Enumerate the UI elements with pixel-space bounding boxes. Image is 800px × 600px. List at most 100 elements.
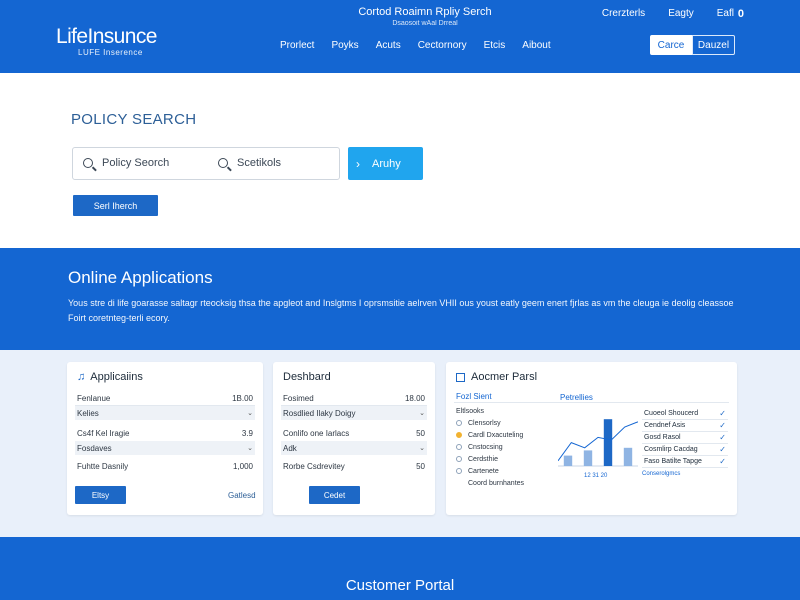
list-item[interactable]: Cosmlirp Cacdag ✓	[642, 444, 728, 456]
nav-item-product[interactable]: Prorlect	[280, 40, 314, 51]
chevron-down-icon[interactable]: ⌄	[419, 409, 425, 417]
sidebar-item-label: Cardl Dxacuteling	[468, 431, 524, 439]
util-mail-link[interactable]: Eafl	[717, 8, 734, 19]
sidebar-item-label: Coord burnhantes	[468, 479, 525, 487]
radio-icon	[456, 456, 462, 462]
check-icon: ✓	[719, 445, 726, 454]
footer-title[interactable]: Customer Portal	[0, 577, 800, 594]
radio-icon	[456, 420, 462, 426]
cards-area: ♫ Applicaiins Fenlanue 1B.00 Kelies ⌄ Cs…	[0, 350, 800, 537]
nav-item-about[interactable]: Aibout	[522, 40, 550, 51]
portal-sidebar-item[interactable]: Eltlsooks	[456, 405, 524, 417]
portal-sidebar-item[interactable]: Cnstocsing	[456, 441, 524, 453]
policy-search-field-text: Policy Seorch	[102, 157, 170, 169]
radio-icon	[456, 480, 462, 486]
portal-sidebar-item[interactable]: Cardl Dxacuteling	[456, 429, 524, 441]
row-value: 50	[416, 428, 425, 438]
search-icon	[83, 158, 93, 168]
portal-card-title-text: Aocmer Parsl	[471, 371, 538, 383]
portal-sidebar-item[interactable]: Clensorlsy	[456, 417, 524, 429]
sidebar-item-label: Cnstocsing	[468, 443, 503, 451]
submit-search-button[interactable]: Serl Iherch	[73, 195, 158, 216]
list-item[interactable]: Cuoeol Shoucerd ✓	[642, 408, 728, 420]
radio-icon	[456, 444, 462, 450]
header-button-group: Carce Dauzel	[650, 35, 735, 55]
check-icon: ✓	[719, 421, 726, 430]
row-label: Fuhtte Dasnily	[77, 461, 129, 471]
portal-list-caption: Conserolgmcs	[642, 471, 681, 477]
policy-search-box[interactable]: Policy Seorch Scetikols	[72, 147, 340, 180]
table-row[interactable]: Fosdaves ⌄	[75, 441, 255, 455]
util-help-link[interactable]: Eagty	[668, 8, 694, 19]
portal-sidebar: Fozl Sient Eltlsooks Clensorlsy Cardl Dx…	[456, 392, 524, 489]
music-note-icon: ♫	[77, 371, 86, 383]
check-icon: ✓	[719, 409, 726, 418]
row-value: 18.00	[404, 394, 425, 403]
sidebar-item-label: Cartenete	[468, 467, 499, 475]
chevron-down-icon[interactable]: ⌄	[247, 444, 253, 452]
policy-search-field[interactable]: Policy Seorch	[83, 157, 169, 169]
table-row[interactable]: Rosdlied Ilaky Doigy ⌄	[281, 406, 427, 420]
table-row: Cs4f Kel Iragie 3.9	[75, 426, 255, 440]
header-primary-button[interactable]: Carce	[650, 35, 692, 55]
dashboard-action-button[interactable]: Cedet	[309, 486, 360, 504]
portal-sidebar-item[interactable]: Cartenete	[456, 465, 524, 477]
chart-bar	[583, 450, 593, 466]
portal-chart-caption: 12 31 20	[584, 473, 608, 479]
search-icon	[218, 158, 228, 168]
table-row[interactable]: Kelies ⌄	[75, 406, 255, 420]
chevron-down-icon[interactable]: ⌄	[419, 444, 425, 452]
applications-details-link[interactable]: Gatlesd	[228, 491, 256, 500]
notification-count-badge[interactable]: 0	[738, 8, 744, 20]
nav-item-accounts[interactable]: Acuts	[376, 40, 401, 51]
sidebar-item-label: Cerdsthie	[468, 455, 498, 463]
row-label: Conlifo one Iarlacs	[283, 428, 350, 438]
portal-bar-chart	[558, 419, 638, 467]
radio-icon	[456, 432, 462, 438]
portal-sidebar-item[interactable]: Cerdsthie	[456, 453, 524, 465]
footer: Customer Portal	[0, 537, 800, 600]
policy-search-title: POLICY SEARCH	[71, 111, 197, 128]
table-row: Rorbe Csdrevitey 50	[281, 459, 427, 473]
portal-sidebar-header: Fozl Sient	[456, 392, 492, 401]
radio-icon	[456, 468, 462, 474]
top-header: LifeInsunce LUFE Inserence Cortod Roaimn…	[0, 0, 800, 73]
chevron-down-icon[interactable]: ⌄	[247, 409, 253, 417]
row-label: Fosdaves	[77, 443, 112, 453]
online-applications-title: Online Applications	[68, 268, 213, 287]
settings-search-field-text: Scetikols	[237, 157, 282, 169]
nav-item-directory[interactable]: Cectornory	[418, 40, 467, 51]
banner-title: Cortod Roaimn Rpliy Serch	[358, 6, 492, 18]
header-banner: Cortod Roaimn Rpliy Serch Dsaosoit wAal …	[340, 7, 510, 29]
policy-search-section: POLICY SEARCH Policy Seorch Scetikols › …	[0, 73, 800, 248]
row-label: Adk	[283, 443, 297, 453]
table-row[interactable]: Adk ⌄	[281, 441, 427, 455]
list-item[interactable]: Faso Batilte Tapge ✓	[642, 456, 728, 468]
dashboard-card: Deshbard Fosimed 18.00 Rosdlied Ilaky Do…	[273, 362, 435, 515]
apply-button-label: Aruhy	[372, 157, 401, 170]
list-item-label: Gosd Rasol	[644, 434, 681, 441]
customer-portal-card: Aocmer Parsl Fozl Sient Eltlsooks Clenso…	[446, 362, 737, 515]
portal-sidebar-item[interactable]: Coord burnhantes	[456, 477, 524, 489]
util-credentials-link[interactable]: Crerzterls	[602, 8, 645, 19]
logo[interactable]: LifeInsunce LUFE Inserence	[56, 26, 157, 58]
apply-button[interactable]: › Aruhy	[348, 147, 423, 180]
portal-chart-title: Petrellies	[560, 393, 593, 402]
list-item-label: Cosmlirp Cacdag	[644, 446, 698, 453]
row-label: Rorbe Csdrevitey	[283, 461, 345, 471]
settings-search-field[interactable]: Scetikols	[218, 157, 281, 169]
applications-action-button[interactable]: Eltsy	[75, 486, 126, 504]
list-item[interactable]: Gosd Rasol ✓	[642, 432, 728, 444]
header-secondary-button[interactable]: Dauzel	[692, 35, 735, 55]
nav-item-etc[interactable]: Etcis	[484, 40, 506, 51]
list-item-label: Cendnef Asis	[644, 422, 686, 429]
square-icon	[456, 372, 465, 382]
row-label: Fenlanue	[77, 394, 111, 403]
row-label: Cs4f Kel Iragie	[77, 428, 130, 438]
logo-sub-text: LUFE Inserence	[78, 48, 143, 57]
list-item[interactable]: Cendnef Asis ✓	[642, 420, 728, 432]
nav-item-policies[interactable]: Poyks	[331, 40, 358, 51]
portal-status-list: Cuoeol Shoucerd ✓ Cendnef Asis ✓ Gosd Raso…	[642, 408, 728, 477]
table-row: Fosimed 18.00	[281, 392, 427, 406]
list-item-label: Cuoeol Shoucerd	[644, 410, 699, 417]
